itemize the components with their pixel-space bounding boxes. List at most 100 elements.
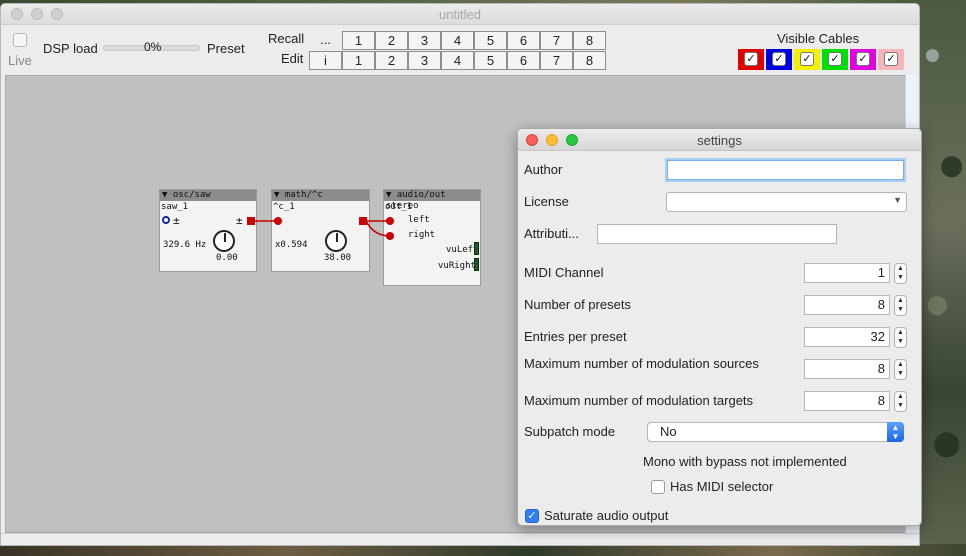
num-presets-stepper[interactable]: ▲ ▼ (894, 295, 907, 316)
check-icon: ✓ (884, 52, 898, 66)
vu-right-label: vuRight (438, 261, 476, 271)
cable-toggle-red[interactable]: ✓ (738, 49, 764, 70)
live-label: Live (8, 53, 32, 68)
recall-preset-4[interactable]: 4 (441, 31, 474, 50)
gain-knob[interactable] (325, 230, 347, 252)
inlet-right-port[interactable] (386, 232, 394, 240)
preset-label: Preset (207, 41, 245, 56)
object-header[interactable]: ▼ osc/saw (160, 190, 256, 201)
frequency-label: 329.6 Hz (163, 240, 207, 250)
object-instance-name: saw_1 (161, 202, 189, 212)
plus-minus-icon: ± (173, 214, 180, 227)
dsp-load-label: DSP load (43, 41, 98, 56)
edit-preset-6[interactable]: 6 (507, 51, 540, 70)
inlet-port[interactable] (274, 217, 282, 225)
vu-right-meter (474, 258, 479, 271)
object-audio-out-stereo[interactable]: ▼ audio/out stereo out_1 left right vuLe… (383, 189, 481, 286)
edit-preset-8[interactable]: 8 (573, 51, 606, 70)
recall-preset-3[interactable]: 3 (408, 31, 441, 50)
recall-preset-2[interactable]: 2 (375, 31, 408, 50)
subpatch-mode-value: No (660, 424, 677, 439)
inlet-left-port[interactable] (386, 217, 394, 225)
cable-toggle-green[interactable]: ✓ (822, 49, 848, 70)
recall-preset-7[interactable]: 7 (540, 31, 573, 50)
recall-preset-1[interactable]: 1 (342, 31, 375, 50)
object-math-c[interactable]: ▼ math/^c ^c_1 x0.594 38.00 (271, 189, 370, 272)
entries-per-preset-stepper[interactable]: ▲ ▼ (894, 327, 907, 348)
toolbar: Live DSP load 0% Preset Recall Edit ... … (1, 25, 919, 75)
recall-preset-8[interactable]: 8 (573, 31, 606, 50)
dsp-load-value: 0% (144, 40, 162, 54)
cable-toggle-pink[interactable]: ✓ (878, 49, 904, 70)
entries-per-preset-field[interactable]: 32 (804, 327, 890, 347)
entries-per-preset-label: Entries per preset (524, 329, 627, 344)
attribution-label: Attributi... (524, 226, 579, 241)
chevron-updown-icon: ▲ ▼ (887, 422, 904, 442)
saturate-audio-checkbox[interactable]: ✓ (525, 509, 539, 523)
mod-targets-label: Maximum number of modulation targets (524, 393, 754, 408)
recall-label: Recall (268, 31, 305, 46)
visible-cables-label: Visible Cables (777, 31, 860, 46)
num-presets-field[interactable]: 8 (804, 295, 890, 315)
object-instance-name: out_1 (385, 202, 413, 212)
edit-info-button[interactable]: i (309, 51, 342, 70)
settings-titlebar: settings (518, 129, 921, 151)
edit-preset-2[interactable]: 2 (375, 51, 408, 70)
mod-sources-field[interactable]: 8 (804, 359, 890, 379)
edit-preset-5[interactable]: 5 (474, 51, 507, 70)
cable-toggle-magenta[interactable]: ✓ (850, 49, 876, 70)
midi-channel-field[interactable]: 1 (804, 263, 890, 283)
check-icon: ✓ (856, 52, 870, 66)
chevron-down-icon: ▼ (893, 195, 902, 205)
inlet-right-label: right (408, 230, 436, 240)
cable-toggle-yellow[interactable]: ✓ (794, 49, 820, 70)
mod-targets-stepper[interactable]: ▲ ▼ (894, 391, 907, 412)
pitch-knob[interactable] (213, 230, 235, 252)
edit-preset-7[interactable]: 7 (540, 51, 573, 70)
license-label: License (524, 194, 569, 209)
cable-toggle-blue[interactable]: ✓ (766, 49, 792, 70)
window-titlebar: untitled (1, 4, 919, 25)
outlet-port[interactable] (359, 217, 367, 225)
mono-bypass-note: Mono with bypass not implemented (643, 454, 847, 469)
recall-preset-6[interactable]: 6 (507, 31, 540, 50)
num-presets-label: Number of presets (524, 297, 631, 312)
object-instance-name: ^c_1 (273, 202, 295, 212)
author-field[interactable] (667, 160, 904, 180)
object-osc-saw[interactable]: ▼ osc/saw saw_1 ± ± 329.6 Hz 0.00 (159, 189, 257, 272)
vu-left-meter (474, 242, 479, 255)
check-icon: ✓ (828, 52, 842, 66)
mod-sources-stepper[interactable]: ▲ ▼ (894, 359, 907, 380)
live-checkbox[interactable] (13, 33, 27, 47)
saturate-audio-label: Saturate audio output (544, 508, 669, 523)
author-label: Author (524, 162, 563, 177)
license-combobox[interactable]: ▼ (666, 192, 907, 212)
status-bar (1, 533, 919, 545)
has-midi-selector-label: Has MIDI selector (670, 479, 774, 494)
settings-title: settings (697, 133, 742, 148)
knob-value: 38.00 (324, 253, 352, 263)
gain-label: x0.594 (275, 240, 308, 250)
subpatch-mode-select[interactable]: No ▲ ▼ (647, 422, 904, 442)
attribution-field[interactable] (597, 224, 837, 244)
midi-channel-label: MIDI Channel (524, 265, 604, 280)
mod-sources-label: Maximum number of modulation sources (524, 356, 759, 371)
recall-preset-5[interactable]: 5 (474, 31, 507, 50)
settings-window: settings Author License ▼ Attributi... M… (517, 128, 922, 526)
recall-more-button[interactable]: ... (309, 31, 342, 50)
edit-label: Edit (281, 51, 304, 66)
edit-preset-1[interactable]: 1 (342, 51, 375, 70)
object-header[interactable]: ▼ audio/out stereo (384, 190, 480, 211)
knob-value: 0.00 (216, 253, 238, 263)
mod-targets-field[interactable]: 8 (804, 391, 890, 411)
check-icon: ✓ (772, 52, 786, 66)
midi-channel-stepper[interactable]: ▲ ▼ (894, 263, 907, 284)
object-header[interactable]: ▼ math/^c (272, 190, 369, 201)
inlet-port[interactable] (162, 216, 170, 224)
edit-preset-3[interactable]: 3 (408, 51, 441, 70)
has-midi-selector-checkbox[interactable] (651, 480, 665, 494)
check-icon: ✓ (800, 52, 814, 66)
outlet-port[interactable] (247, 217, 255, 225)
subpatch-mode-label: Subpatch mode (524, 424, 616, 439)
edit-preset-4[interactable]: 4 (441, 51, 474, 70)
